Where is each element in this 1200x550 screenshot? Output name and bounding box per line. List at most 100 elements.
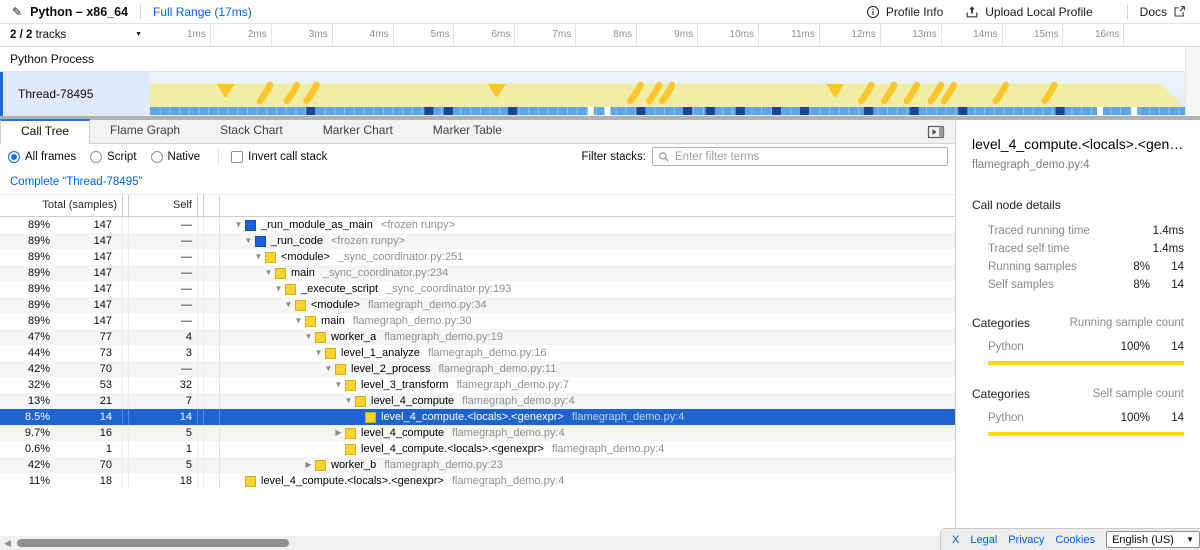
cell-spacer [204, 265, 219, 281]
column-divider [197, 297, 204, 313]
twisty-expanded-icon[interactable]: ▼ [322, 361, 335, 377]
ruler-tick: 4ms [333, 24, 394, 46]
detail-value: 14 [1150, 279, 1184, 291]
docs-button[interactable]: Docs [1140, 5, 1186, 19]
cell-total-percent: 8.5% [0, 409, 50, 425]
cell-total-samples: 89%147 [0, 297, 122, 313]
footer-link-x[interactable]: X [952, 534, 959, 546]
table-row[interactable]: 0.6%11level_4_compute.<locals>.<genexpr>… [0, 441, 955, 457]
footer-link-privacy[interactable]: Privacy [1008, 534, 1044, 546]
cell-total-samples: 89%147 [0, 233, 122, 249]
table-row[interactable]: 8.5%1414level_4_compute.<locals>.<genexp… [0, 409, 955, 425]
cell-total-samples: 0.6%1 [0, 441, 122, 457]
twisty-expanded-icon[interactable]: ▼ [312, 345, 325, 361]
twisty-expanded-icon[interactable]: ▼ [272, 281, 285, 297]
cell-total-percent: 89% [0, 281, 50, 297]
thread-activity-graph[interactable] [150, 72, 1185, 116]
process-track[interactable]: Python Process [0, 47, 1200, 72]
table-row[interactable]: 89%147—▼<module>flamegraph_demo.py:34 [0, 297, 955, 313]
column-divider [122, 457, 129, 473]
footer-link-legal[interactable]: Legal [970, 534, 997, 546]
table-row[interactable]: 89%147—▼_run_module_as_main<frozen runpy… [0, 217, 955, 233]
info-icon [866, 5, 880, 19]
table-row[interactable]: 89%147—▼mainflamegraph_demo.py:30 [0, 313, 955, 329]
twisty-collapsed-icon[interactable]: ▶ [332, 425, 345, 441]
tab-flame-graph[interactable]: Flame Graph [90, 119, 200, 143]
table-row[interactable]: 42%705▶worker_bflamegraph_demo.py:23 [0, 457, 955, 473]
column-header-self[interactable]: Self [129, 195, 197, 216]
tracks-vertical-scrollbar[interactable] [1185, 47, 1200, 116]
tab-marker-table[interactable]: Marker Table [413, 119, 522, 143]
cell-total-count: 147 [50, 217, 117, 233]
profile-info-button[interactable]: Profile Info [866, 5, 943, 19]
category-row: Python100%14 [972, 409, 1184, 427]
twisty-expanded-icon[interactable]: ▼ [232, 217, 245, 233]
edit-profile-name-icon[interactable]: ✎ [12, 5, 22, 19]
cell-self: 5 [129, 457, 197, 473]
tree-indent [232, 417, 352, 418]
column-divider [122, 233, 129, 249]
radio-script[interactable]: Script [90, 151, 136, 163]
ruler-tick: 6ms [455, 24, 516, 46]
ruler-tick: 2ms [211, 24, 272, 46]
table-row[interactable]: 89%147—▼_execute_script_sync_coordinator… [0, 281, 955, 297]
twisty-collapsed-icon[interactable]: ▶ [302, 457, 315, 473]
detail-label: Running samples [972, 261, 1110, 273]
cell-total-samples: 89%147 [0, 313, 122, 329]
footer-link-cookies[interactable]: Cookies [1055, 534, 1095, 546]
table-row[interactable]: 47%774▼worker_aflamegraph_demo.py:19 [0, 329, 955, 345]
tab-call-tree[interactable]: Call Tree [0, 119, 90, 144]
tracks-dropdown[interactable]: 2 / 2 tracks ▼ [0, 24, 150, 46]
invert-call-stack-checkbox[interactable]: Invert call stack [231, 151, 327, 163]
tab-stack-chart[interactable]: Stack Chart [200, 119, 303, 143]
table-row[interactable]: 89%147—▼_run_code<frozen runpy> [0, 233, 955, 249]
language-select[interactable]: English (US) ▼ [1106, 531, 1200, 548]
column-resizer[interactable] [197, 195, 204, 216]
cell-total-samples: 13%21 [0, 393, 122, 409]
sidebar-toggle-button[interactable] [927, 124, 945, 140]
scroll-left-arrow-icon[interactable]: ◀ [4, 536, 11, 550]
thread-track[interactable]: Thread-78495 [0, 72, 1200, 116]
table-row[interactable]: 44%733▼level_1_analyzeflamegraph_demo.py… [0, 345, 955, 361]
thread-track-header[interactable]: Thread-78495 [0, 72, 150, 116]
cell-self: 18 [129, 473, 197, 489]
cell-total-percent: 89% [0, 233, 50, 249]
function-name: level_4_compute.<locals>.<genexpr> [361, 441, 544, 457]
ruler-tick: 12ms [820, 24, 881, 46]
radio-all-frames[interactable]: All frames [8, 151, 76, 163]
filter-stacks-input[interactable] [675, 151, 942, 163]
tree-indent [232, 385, 332, 386]
full-range-link[interactable]: Full Range (17ms) [153, 5, 252, 19]
ruler-tick: 11ms [759, 24, 820, 46]
table-row[interactable]: 11%1818level_4_compute.<locals>.<genexpr… [0, 473, 955, 489]
table-row[interactable]: 13%217▼level_4_computeflamegraph_demo.py… [0, 393, 955, 409]
column-resizer[interactable] [122, 195, 129, 216]
twisty-expanded-icon[interactable]: ▼ [242, 233, 255, 249]
twisty-expanded-icon[interactable]: ▼ [302, 329, 315, 345]
twisty-expanded-icon[interactable]: ▼ [342, 393, 355, 409]
column-divider [197, 329, 204, 345]
cell-function: ▼level_3_transformflamegraph_demo.py:7 [219, 377, 955, 393]
table-row[interactable]: 32%5332▼level_3_transformflamegraph_demo… [0, 377, 955, 393]
column-header-total[interactable]: Total (samples) [0, 195, 122, 216]
tab-marker-chart[interactable]: Marker Chart [303, 119, 413, 143]
yellow-category-icon [365, 412, 376, 423]
table-row[interactable]: 9.7%165▶level_4_computeflamegraph_demo.p… [0, 425, 955, 441]
table-row[interactable]: 89%147—▼<module>_sync_coordinator.py:251 [0, 249, 955, 265]
radio-native[interactable]: Native [151, 151, 201, 163]
upload-profile-button[interactable]: Upload Local Profile [965, 5, 1092, 19]
twisty-expanded-icon[interactable]: ▼ [332, 377, 345, 393]
tree-indent [232, 337, 302, 338]
twisty-expanded-icon[interactable]: ▼ [252, 249, 265, 265]
function-name: level_4_compute [361, 425, 444, 441]
cell-function: ▼<module>_sync_coordinator.py:251 [219, 249, 955, 265]
table-row[interactable]: 42%70—▼level_2_processflamegraph_demo.py… [0, 361, 955, 377]
cell-self: — [129, 265, 197, 281]
twisty-expanded-icon[interactable]: ▼ [292, 313, 305, 329]
scrollbar-thumb[interactable] [17, 539, 289, 547]
table-row[interactable]: 89%147—▼main_sync_coordinator.py:234 [0, 265, 955, 281]
breadcrumb-complete-range[interactable]: Complete “Thread-78495” [10, 176, 142, 188]
column-divider [197, 265, 204, 281]
twisty-expanded-icon[interactable]: ▼ [262, 265, 275, 281]
twisty-expanded-icon[interactable]: ▼ [282, 297, 295, 313]
